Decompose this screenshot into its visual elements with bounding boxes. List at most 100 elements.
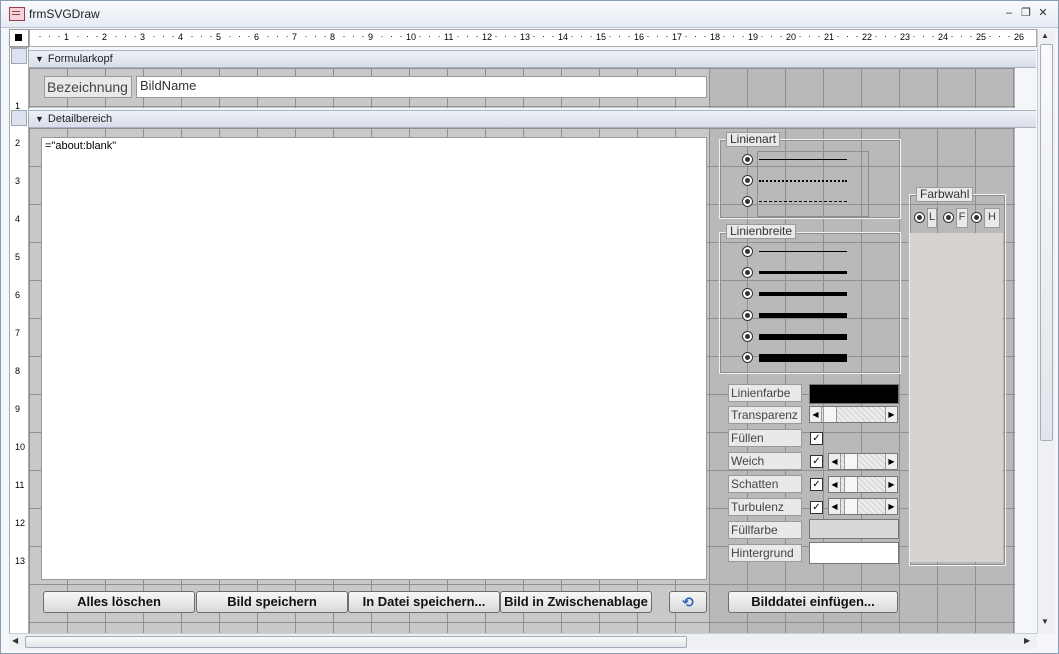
ruler-label: 3 (140, 32, 146, 42)
line-width-1-radio[interactable] (742, 246, 753, 257)
scroll-thumb[interactable] (844, 454, 858, 469)
scroll-thumb[interactable] (844, 477, 858, 492)
ruler-label: 15 (596, 32, 607, 42)
ruler-tick: · (124, 31, 127, 41)
ruler-tick: · (1007, 31, 1011, 41)
line-width-6-radio[interactable] (742, 352, 753, 363)
title-bar[interactable]: frmSVGDraw – ❐ ✕ (1, 1, 1058, 28)
scroll-thumb[interactable] (823, 407, 837, 422)
background-color-swatch[interactable] (809, 542, 899, 564)
fill-color-swatch[interactable] (809, 519, 899, 539)
collapse-icon: ▼ (35, 114, 44, 124)
scroll-left-icon[interactable]: ◀ (829, 454, 841, 469)
scroll-right-icon[interactable]: ▶ (885, 499, 897, 514)
minimize-icon[interactable]: – (1002, 7, 1016, 19)
line-width-1-sample (759, 251, 847, 252)
ruler-tick: · (684, 31, 688, 41)
bildname-textbox[interactable]: BildName (136, 76, 707, 98)
ruler-tick: · (285, 31, 289, 41)
ruler-label: 6 (254, 32, 260, 42)
ruler-label: 9 (15, 404, 21, 414)
line-style-dashed-radio[interactable] (742, 196, 753, 207)
line-style-dotted-radio[interactable] (742, 175, 753, 186)
ruler-tick: · (703, 31, 707, 41)
ruler-tick: · (551, 31, 555, 41)
form-selector[interactable] (9, 29, 29, 47)
line-color-swatch[interactable] (809, 384, 899, 404)
save-image-button[interactable]: Bild speichern (196, 591, 348, 613)
restore-icon[interactable]: ❐ (1019, 7, 1033, 19)
scroll-right-icon[interactable]: ▶ (885, 454, 897, 469)
line-style-solid-radio[interactable] (742, 154, 753, 165)
section-title: Formularkopf (47, 53, 113, 65)
close-icon[interactable]: ✕ (1036, 7, 1050, 19)
copy-to-clipboard-button[interactable]: Bild in Zwischenablage (500, 591, 652, 613)
section-bar-detail[interactable]: ▼ Detailbereich (29, 110, 1036, 128)
section-selector-header[interactable] (11, 48, 27, 64)
soft-scrollbar[interactable]: ◀ ▶ (828, 453, 898, 470)
insert-image-file-button[interactable]: Bilddatei einfügen... (728, 591, 898, 613)
ruler-tick: · (798, 31, 802, 41)
clear-all-button[interactable]: Alles löschen (43, 591, 195, 613)
ruler-tick: · (741, 31, 745, 41)
ruler-label: 5 (15, 252, 21, 262)
ruler-tick: · (893, 31, 897, 41)
turbulence-scrollbar[interactable]: ◀ ▶ (828, 498, 898, 515)
color-choice-fill-radio[interactable] (943, 212, 954, 223)
ruler-label: 22 (862, 32, 873, 42)
line-style-frame-title: Linienart (726, 132, 781, 147)
ruler-label: 13 (15, 556, 26, 566)
web-browser-control[interactable]: ="about:blank" (41, 137, 707, 580)
color-choice-line-radio[interactable] (914, 212, 925, 223)
line-style-box (757, 151, 869, 217)
scroll-right-icon[interactable]: ▶ (1024, 636, 1030, 645)
scroll-thumb[interactable] (25, 636, 687, 648)
scroll-down-icon[interactable]: ▼ (1041, 617, 1049, 626)
scroll-right-icon[interactable]: ▶ (885, 477, 897, 492)
fill-checkbox[interactable]: ✓ (810, 432, 823, 445)
scroll-left-icon[interactable]: ◀ (810, 407, 822, 422)
line-width-4-radio[interactable] (742, 310, 753, 321)
scroll-right-icon[interactable]: ▶ (885, 407, 897, 422)
section-selector-detail[interactable] (11, 110, 27, 126)
section-bar-header[interactable]: ▼ Formularkopf (29, 50, 1036, 68)
ruler-tick: · (247, 31, 251, 41)
vertical-scrollbar[interactable]: ▲ ▼ (1037, 29, 1055, 634)
ruler-label: 4 (15, 214, 21, 224)
ruler-tick: · (456, 31, 460, 41)
scroll-up-icon[interactable]: ▲ (1041, 31, 1049, 40)
save-to-file-button[interactable]: In Datei speichern... (348, 591, 500, 613)
scroll-thumb[interactable] (1040, 44, 1053, 441)
scroll-thumb[interactable] (844, 499, 858, 514)
ruler-label: 7 (15, 328, 21, 338)
shadow-scrollbar[interactable]: ◀ ▶ (828, 476, 898, 493)
ruler-tick: · (722, 31, 726, 41)
bezeichnung-label: Bezeichnung (44, 76, 132, 98)
scroll-left-icon[interactable]: ◀ (829, 477, 841, 492)
undo-button[interactable]: ⟲ (669, 591, 707, 613)
horizontal-scrollbar[interactable]: ◀ ▶ (9, 633, 1037, 649)
scroll-left-icon[interactable]: ◀ (12, 636, 18, 645)
ruler-tick: · (969, 31, 973, 41)
line-width-3-radio[interactable] (742, 288, 753, 299)
turbulence-checkbox[interactable]: ✓ (810, 501, 823, 514)
ruler-tick: · (38, 31, 42, 41)
ruler-tick: · (342, 31, 346, 41)
color-choice-background-label: H (984, 208, 1000, 228)
ruler-label: 24 (938, 32, 949, 42)
ruler-label: 18 (710, 32, 721, 42)
line-width-6-sample (759, 354, 847, 362)
line-width-5-radio[interactable] (742, 331, 753, 342)
ruler-tick: · (846, 31, 849, 41)
shadow-label: Schatten (728, 475, 802, 493)
soft-checkbox[interactable]: ✓ (810, 455, 823, 468)
ruler-label: 14 (558, 32, 569, 42)
ruler-label: 19 (748, 32, 759, 42)
scroll-left-icon[interactable]: ◀ (829, 499, 841, 514)
transparency-scrollbar[interactable]: ◀ ▶ (809, 406, 898, 423)
line-width-2-radio[interactable] (742, 267, 753, 278)
background-label: Hintergrund (728, 544, 802, 562)
color-choice-background-radio[interactable] (971, 212, 982, 223)
shadow-checkbox[interactable]: ✓ (810, 478, 823, 491)
ruler-label: 6 (15, 290, 21, 300)
